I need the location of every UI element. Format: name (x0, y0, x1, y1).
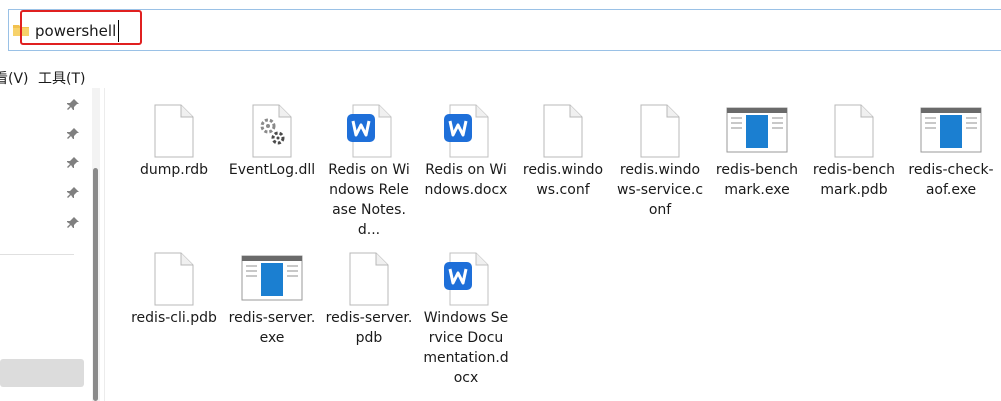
nav-selected-item[interactable] (0, 359, 84, 387)
exe-window-icon (711, 96, 803, 156)
file-item[interactable]: redis-benchmark.exe (711, 96, 803, 200)
file-name: redis-benchmark.exe (715, 162, 799, 198)
file-name: redis.windows.conf (522, 162, 604, 198)
wps-writer-doc-icon (323, 96, 415, 158)
menu-tools[interactable]: 工具(T) (38, 68, 85, 88)
generic-file-icon (128, 96, 220, 158)
menu-view[interactable]: 看(V) (0, 68, 29, 88)
exe-window-icon (226, 244, 318, 304)
file-name: dump.rdb (139, 162, 209, 178)
file-item[interactable]: redis-check-aof.exe (905, 96, 997, 200)
file-item[interactable]: EventLog.dll (226, 96, 318, 180)
file-name: redis-cli.pdb (131, 310, 217, 326)
pin-icon[interactable] (66, 98, 80, 112)
navigation-pane (0, 88, 92, 401)
text-caret (118, 20, 119, 42)
file-item[interactable]: Redis on Windows Release Notes.d... (323, 96, 415, 240)
file-item[interactable]: redis.windows.conf (517, 96, 609, 200)
file-item[interactable]: Redis on Windows.docx (420, 96, 512, 200)
pin-icon[interactable] (66, 186, 80, 200)
file-item[interactable]: redis-benchmark.pdb (808, 96, 900, 200)
nav-divider (0, 254, 74, 255)
file-item[interactable]: redis-cli.pdb (128, 244, 220, 328)
exe-window-icon (905, 96, 997, 156)
file-name: Redis on Windows Release Notes.d... (328, 162, 410, 238)
file-name: redis-server.pdb (325, 310, 413, 346)
generic-file-icon (614, 96, 706, 158)
pin-icon[interactable] (66, 127, 80, 141)
file-name: redis-check-aof.exe (908, 162, 994, 198)
wps-writer-doc-icon (420, 96, 512, 158)
file-name: Windows Service Documentation.docx (423, 310, 509, 386)
folder-icon (13, 25, 29, 36)
file-item[interactable]: redis-server.exe (226, 244, 318, 348)
file-name: EventLog.dll (228, 162, 316, 178)
generic-file-icon (323, 244, 415, 306)
nav-scrollbar-thumb[interactable] (93, 168, 98, 401)
file-item[interactable]: dump.rdb (128, 96, 220, 180)
wps-writer-doc-icon (420, 244, 512, 306)
pane-divider (104, 88, 105, 401)
file-name: redis-benchmark.pdb (812, 162, 896, 198)
generic-file-icon (808, 96, 900, 158)
file-item[interactable]: redis.windows-service.conf (614, 96, 706, 220)
menu-bar: 看(V) 工具(T) (0, 64, 1001, 88)
pin-icon[interactable] (66, 156, 80, 170)
pin-icon[interactable] (66, 216, 80, 230)
generic-file-icon (128, 244, 220, 306)
file-item[interactable]: redis-server.pdb (323, 244, 415, 348)
dll-gear-file-icon (226, 96, 318, 158)
file-name: Redis on Windows.docx (424, 162, 508, 198)
file-item[interactable]: Windows Service Documentation.docx (420, 244, 512, 388)
file-name: redis-server.exe (228, 310, 316, 346)
generic-file-icon (517, 96, 609, 158)
address-input[interactable] (35, 20, 435, 42)
file-name: redis.windows-service.conf (616, 162, 704, 218)
